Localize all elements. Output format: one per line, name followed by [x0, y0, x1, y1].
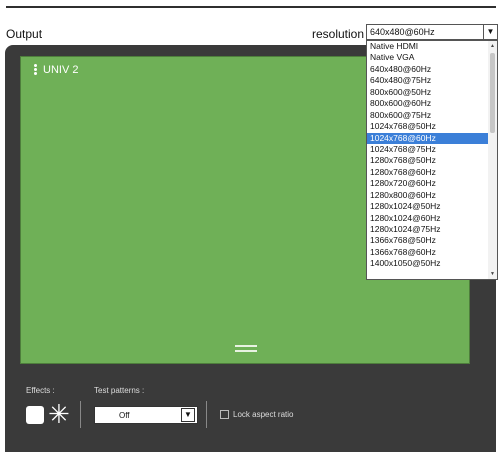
- resolution-option[interactable]: 1280x1024@75Hz: [367, 224, 488, 235]
- resolution-dropdown-list[interactable]: Native HDMI Native VGA 640x480@60Hz 640x…: [366, 40, 498, 280]
- resolution-option[interactable]: 1024x768@50Hz: [367, 121, 488, 132]
- resolution-option[interactable]: 1280x768@60Hz: [367, 167, 488, 178]
- resolution-option-selected[interactable]: 1024x768@60Hz: [367, 132, 488, 144]
- test-pattern-select[interactable]: Off ▼: [94, 406, 198, 424]
- chevron-down-icon[interactable]: ▼: [483, 25, 497, 39]
- resolution-option[interactable]: 800x600@75Hz: [367, 110, 488, 121]
- top-divider: [6, 6, 496, 8]
- layer-name: UNIV 2: [43, 63, 79, 76]
- resolution-option[interactable]: 1024x768@75Hz: [367, 144, 488, 155]
- resolution-option[interactable]: 1280x720@60Hz: [367, 178, 488, 189]
- resolution-label: resolution: [312, 27, 365, 41]
- resolution-option[interactable]: 1280x768@50Hz: [367, 155, 488, 166]
- scroll-up-icon[interactable]: ▲: [490, 43, 495, 49]
- output-title: Output: [6, 27, 43, 41]
- resolution-option[interactable]: 640x480@60Hz: [367, 64, 488, 75]
- resolution-option[interactable]: 800x600@60Hz: [367, 98, 488, 109]
- layer-label[interactable]: UNIV 2: [34, 63, 78, 76]
- resolution-option[interactable]: 1366x768@60Hz: [367, 247, 488, 258]
- kebab-menu-icon[interactable]: [34, 63, 37, 76]
- lock-aspect-checkbox[interactable]: [220, 410, 229, 419]
- resolution-option[interactable]: 1280x1024@60Hz: [367, 213, 488, 224]
- resolution-option[interactable]: 800x600@50Hz: [367, 87, 488, 98]
- resolution-option[interactable]: Native VGA: [367, 52, 488, 63]
- effects-label: Effects :: [26, 386, 55, 395]
- test-patterns-label: Test patterns :: [94, 386, 145, 395]
- resolution-option[interactable]: 640x480@75Hz: [367, 75, 488, 86]
- lock-aspect-label: Lock aspect ratio: [233, 410, 294, 419]
- scrollbar-thumb[interactable]: [490, 53, 495, 133]
- dropdown-scrollbar[interactable]: ▲ ▼: [488, 41, 497, 279]
- test-pattern-value: Off: [119, 411, 130, 420]
- effect-square-icon[interactable]: [26, 406, 44, 424]
- drag-handle-icon[interactable]: [235, 345, 257, 353]
- resolution-value: 640x480@60Hz: [370, 27, 435, 37]
- chevron-down-icon[interactable]: ▼: [181, 408, 195, 422]
- footer-divider: [206, 401, 207, 428]
- resolution-option[interactable]: 1280x1024@50Hz: [367, 201, 488, 212]
- footer-divider: [80, 401, 81, 428]
- resolution-option[interactable]: Native HDMI: [367, 41, 488, 52]
- resolution-select[interactable]: 640x480@60Hz ▼: [366, 24, 498, 40]
- resolution-option[interactable]: 1366x768@50Hz: [367, 235, 488, 246]
- resolution-options: Native HDMI Native VGA 640x480@60Hz 640x…: [367, 41, 488, 270]
- asterisk-icon[interactable]: ✳: [48, 401, 70, 427]
- resolution-option[interactable]: 1400x1050@50Hz: [367, 258, 488, 269]
- resolution-option[interactable]: 1280x800@60Hz: [367, 190, 488, 201]
- scroll-down-icon[interactable]: ▼: [490, 271, 495, 277]
